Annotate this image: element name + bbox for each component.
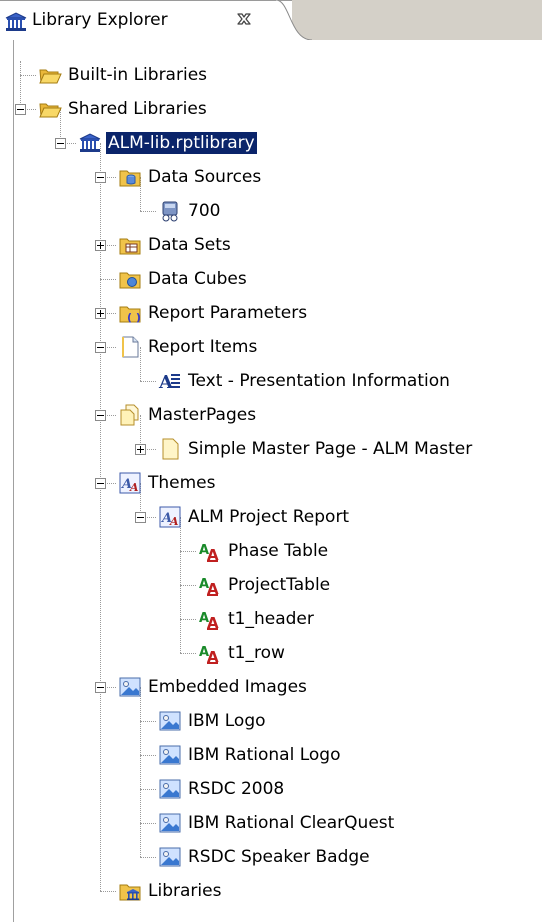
report-items-icon <box>118 335 142 359</box>
tree-item[interactable]: IBM Logo <box>0 707 542 735</box>
image-icon <box>158 709 182 733</box>
libraries-folder-icon <box>118 879 142 903</box>
tree-item-label: Report Items <box>148 337 258 357</box>
library-icon <box>78 131 102 155</box>
data-sets-folder-icon <box>118 233 142 257</box>
tree-item[interactable]: A A t1_header <box>0 605 542 633</box>
tree-item[interactable]: Embedded Images <box>0 673 542 701</box>
tree-item-label: Data Sets <box>148 235 231 255</box>
tree-item[interactable]: IBM Rational ClearQuest <box>0 809 542 837</box>
expand-toggle[interactable] <box>135 444 146 455</box>
tree-item-label: ALM-lib.rptlibrary <box>106 132 257 154</box>
tree-item[interactable]: ALM-lib.rptlibrary <box>0 129 542 157</box>
tree-item-label: Themes <box>148 473 216 493</box>
tree-item-label: Data Cubes <box>148 269 247 289</box>
collapse-toggle[interactable] <box>95 342 106 353</box>
style-icon: AA <box>198 607 222 632</box>
tree-item[interactable]: A A Phase Table <box>0 537 542 565</box>
tree-item[interactable]: IBM Rational Logo <box>0 741 542 769</box>
tab-title: Library Explorer <box>32 10 168 30</box>
tree-item-label: 700 <box>188 201 221 221</box>
expand-toggle[interactable] <box>95 308 106 319</box>
tree-item-label: RSDC 2008 <box>188 779 285 799</box>
folder-open-icon <box>38 97 62 121</box>
tree-item[interactable]: A Text - Presentation Information <box>0 367 542 395</box>
report-parameters-folder-icon: ( ) <box>118 301 142 325</box>
themes-icon: AA <box>118 471 142 495</box>
style-icon: AA <box>198 573 222 598</box>
svg-text:A: A <box>129 481 139 494</box>
tree-item[interactable]: Data Cubes <box>0 265 542 293</box>
tree-item[interactable]: Data Sets <box>0 231 542 259</box>
close-icon[interactable] <box>232 7 256 31</box>
tree-item-label: Embedded Images <box>148 677 307 697</box>
svg-text:( ): ( ) <box>127 311 141 324</box>
tree-item-label: IBM Logo <box>188 711 266 731</box>
image-icon <box>158 845 182 869</box>
tree-item[interactable]: Built-in Libraries <box>0 61 542 89</box>
tree-item[interactable]: Simple Master Page - ALM Master <box>0 435 542 463</box>
tree-item-label: Report Parameters <box>148 303 308 323</box>
master-page-icon <box>158 437 182 461</box>
tree-item-label: t1_row <box>228 643 285 663</box>
tree-item[interactable]: Data Sources <box>0 163 542 191</box>
embedded-images-icon <box>118 675 142 699</box>
tree-item[interactable]: Libraries <box>0 877 542 905</box>
data-sources-folder-icon <box>118 165 142 189</box>
tab-edge <box>276 0 312 40</box>
expand-toggle[interactable] <box>95 240 106 251</box>
folder-open-icon <box>38 63 62 87</box>
master-pages-icon <box>118 403 142 427</box>
tree-item-label: IBM Rational Logo <box>188 745 341 765</box>
data-cubes-folder-icon <box>118 267 142 291</box>
tree-item-label: Simple Master Page - ALM Master <box>188 439 473 459</box>
tab-library-explorer[interactable]: Library Explorer <box>0 0 292 42</box>
collapse-toggle[interactable] <box>95 410 106 421</box>
library-icon <box>4 11 28 33</box>
data-source-icon <box>158 199 182 223</box>
image-icon <box>158 777 182 801</box>
tree-item-label: t1_header <box>228 609 314 629</box>
tree-item[interactable]: A A ProjectTable <box>0 571 542 599</box>
tree-item[interactable]: A A Themes <box>0 469 542 497</box>
tree-item-label: MasterPages <box>148 405 257 425</box>
text-item-icon: A <box>158 369 182 393</box>
collapse-toggle[interactable] <box>95 682 106 693</box>
image-icon <box>158 811 182 835</box>
tree-item-label: Data Sources <box>148 167 262 187</box>
tree-item[interactable]: RSDC Speaker Badge <box>0 843 542 871</box>
svg-text:A: A <box>169 515 179 528</box>
tree-item-label: Text - Presentation Information <box>188 371 450 391</box>
tree-item-label: RSDC Speaker Badge <box>188 847 370 867</box>
image-icon <box>158 743 182 767</box>
tree-item[interactable]: A A ALM Project Report <box>0 503 542 531</box>
tree-item-label: Libraries <box>148 881 222 901</box>
tree-item-label: ALM Project Report <box>188 507 350 527</box>
tree-item-label: IBM Rational ClearQuest <box>188 813 395 833</box>
collapse-toggle[interactable] <box>55 138 66 149</box>
collapse-toggle[interactable] <box>15 104 26 115</box>
style-icon: AA <box>198 539 222 564</box>
tree-item[interactable]: RSDC 2008 <box>0 775 542 803</box>
collapse-toggle[interactable] <box>95 172 106 183</box>
tree-item-label: ProjectTable <box>228 575 331 595</box>
collapse-toggle[interactable] <box>135 512 146 523</box>
tree-item-label: Shared Libraries <box>68 99 207 119</box>
style-icon: AA <box>198 641 222 666</box>
tree-item[interactable]: Shared Libraries <box>0 95 542 123</box>
tree-item[interactable]: MasterPages <box>0 401 542 429</box>
tree-item[interactable]: Report Items <box>0 333 542 361</box>
theme-icon: AA <box>158 505 182 529</box>
tree-item-label: Built-in Libraries <box>68 65 208 85</box>
tree-item-label: Phase Table <box>228 541 329 561</box>
collapse-toggle[interactable] <box>95 478 106 489</box>
tree-item[interactable]: A A t1_row <box>0 639 542 667</box>
tree-item[interactable]: ( ) Report Parameters <box>0 299 542 327</box>
tree-item[interactable]: 700 <box>0 197 542 225</box>
